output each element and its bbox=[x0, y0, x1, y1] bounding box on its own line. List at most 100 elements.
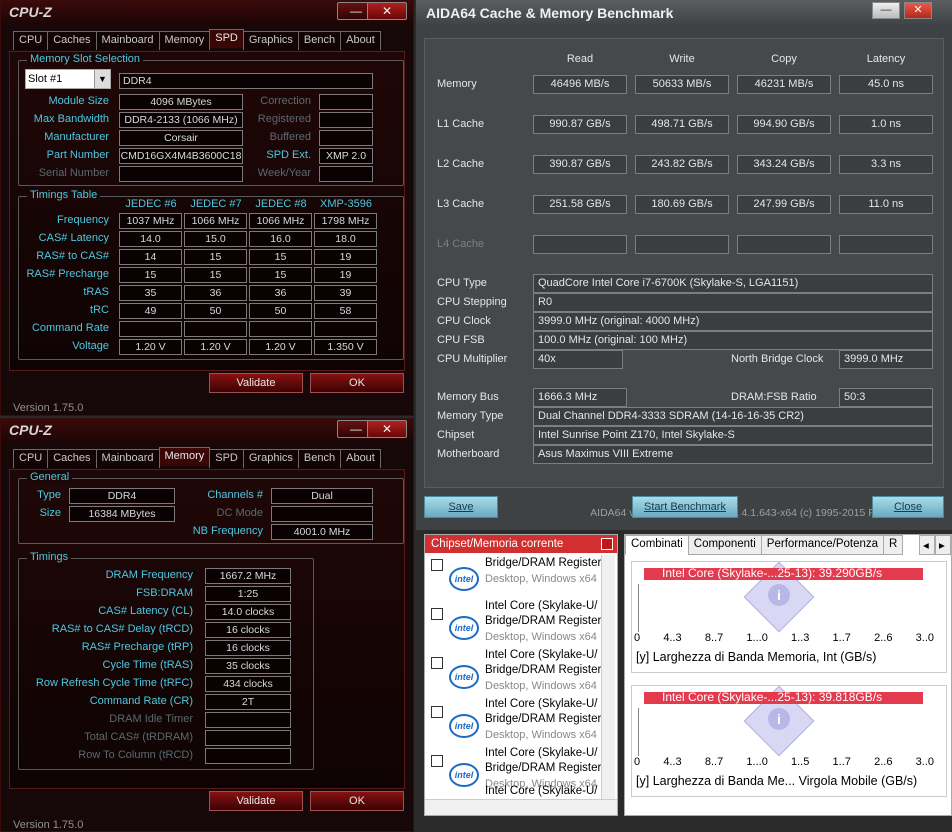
timing-cell: 50 bbox=[249, 303, 312, 319]
tab-spd[interactable]: SPD bbox=[209, 29, 244, 48]
close-button[interactable]: ✕ bbox=[367, 2, 407, 20]
memory-timing-label: Cycle Time (tRAS) bbox=[102, 659, 193, 671]
cpuz-title-bar[interactable]: CPU-Z — ✕ bbox=[1, 419, 413, 443]
list-item[interactable]: intel Bridge/DRAM Register Desktop, Window… bbox=[429, 557, 605, 606]
validate-button[interactable]: Validate bbox=[209, 791, 303, 811]
item-checkbox[interactable] bbox=[431, 608, 443, 620]
bandwidth-chart: i Intel Core (Skylake-...25-13): 39.818GB… bbox=[631, 685, 947, 797]
timing-cell: 36 bbox=[249, 285, 312, 301]
vertical-scrollbar[interactable] bbox=[601, 555, 615, 799]
tab-bench[interactable]: Bench bbox=[297, 449, 342, 468]
spd-row-value: 4096 MBytes bbox=[119, 94, 243, 110]
start-benchmark-button[interactable]: Start Benchmark bbox=[632, 496, 738, 518]
cpu-multiplier-label: CPU Multiplier bbox=[437, 353, 508, 365]
system-info-value: QuadCore Intel Core i7-6700K (Skylake-S,… bbox=[533, 274, 933, 293]
horizontal-scrollbar[interactable] bbox=[425, 799, 617, 815]
item-checkbox[interactable] bbox=[431, 755, 443, 767]
result-cell: 50633 MB/s bbox=[635, 75, 729, 94]
list-item[interactable]: intel Intel Core (Skylake-U/Bridge/DRAM R… bbox=[429, 649, 605, 704]
chevron-down-icon[interactable]: ▼ bbox=[94, 70, 110, 88]
memory-timing-label: DRAM Frequency bbox=[105, 569, 193, 581]
intel-logo-icon: intel bbox=[449, 665, 479, 689]
close-dialog-button[interactable]: Close bbox=[872, 496, 944, 518]
result-row-label: Memory bbox=[437, 78, 477, 90]
tab-memory[interactable]: Memory bbox=[158, 31, 211, 50]
spd-row-right-value bbox=[319, 166, 373, 182]
close-button[interactable]: ✕ bbox=[904, 2, 932, 19]
ok-button[interactable]: OK bbox=[310, 373, 404, 393]
chipset-list-header[interactable]: Chipset/Memoria corrente bbox=[425, 535, 617, 553]
chart-caption-text: Larghezza di Banda Memoria, Int (GB/s) bbox=[652, 650, 877, 664]
item-checkbox[interactable] bbox=[431, 657, 443, 669]
ok-button[interactable]: OK bbox=[310, 791, 404, 811]
memory-bus-field: 1666.3 MHz bbox=[533, 388, 627, 407]
result-cell: 46231 MB/s bbox=[737, 75, 831, 94]
header-square-icon[interactable] bbox=[601, 538, 613, 550]
nb-frequency-label: NB Frequency bbox=[192, 525, 263, 537]
tab-spd[interactable]: SPD bbox=[209, 449, 244, 468]
scroll-right-button[interactable]: ▸ bbox=[935, 535, 951, 555]
result-cell: 343.24 GB/s bbox=[737, 155, 831, 174]
tab-performance-potenza[interactable]: Performance/Potenza bbox=[760, 535, 885, 555]
timing-cell: 1037 MHz bbox=[119, 213, 182, 229]
chart-tick-label: 1...0 bbox=[746, 756, 768, 768]
slot-select[interactable]: Slot #1 ▼ bbox=[25, 69, 111, 89]
memory-info-label: Motherboard bbox=[437, 448, 500, 460]
timings-table-group-label: Timings Table bbox=[27, 189, 101, 201]
tab-bench[interactable]: Bench bbox=[297, 31, 342, 50]
list-item[interactable]: intel Intel Core (Skylake-U/Bridge/DRAM R… bbox=[429, 600, 605, 655]
tab-graphics[interactable]: Graphics bbox=[242, 31, 299, 50]
chart-tick-label: 0 bbox=[634, 756, 641, 768]
timing-cell: 1.350 V bbox=[314, 339, 377, 355]
item-checkbox[interactable] bbox=[431, 559, 443, 571]
memory-info-value: Dual Channel DDR4-3333 SDRAM (14-16-16-3… bbox=[533, 407, 933, 426]
memory-timing-value: 434 clocks bbox=[205, 676, 291, 692]
timing-cell: 1.20 V bbox=[249, 339, 312, 355]
chart-tick-label: 4..3 bbox=[663, 632, 682, 644]
spd-row-right-label: Correction bbox=[260, 95, 311, 107]
spd-row-label: Part Number bbox=[46, 149, 109, 161]
chipset-list-title: Chipset/Memoria corrente bbox=[431, 538, 564, 550]
list-item[interactable]: intel Intel Core (Skylake-U/Bridge/DRAM R… bbox=[429, 698, 605, 753]
spd-row-value: DDR4-2133 (1066 MHz) bbox=[119, 112, 243, 128]
result-cell: 994.90 GB/s bbox=[737, 115, 831, 134]
validate-button[interactable]: Validate bbox=[209, 373, 303, 393]
close-button[interactable]: ✕ bbox=[367, 420, 407, 438]
minimize-button[interactable]: — bbox=[872, 2, 900, 19]
item-checkbox[interactable] bbox=[431, 706, 443, 718]
tab-cpu[interactable]: CPU bbox=[13, 449, 49, 468]
tab-componenti[interactable]: Componenti bbox=[687, 535, 762, 555]
intel-logo-icon: intel bbox=[449, 567, 479, 591]
item-line-2: Bridge/DRAM Register bbox=[485, 615, 602, 627]
save-button[interactable]: Save bbox=[424, 496, 498, 518]
result-cell bbox=[533, 235, 627, 254]
spd-row-label: Max Bandwidth bbox=[33, 113, 109, 125]
aida64-title: AIDA64 Cache & Memory Benchmark bbox=[426, 5, 674, 21]
timing-row-label: tRAS bbox=[83, 286, 109, 298]
tab-mainboard[interactable]: Mainboard bbox=[95, 449, 160, 468]
item-line-3: Desktop, Windows x64 bbox=[485, 631, 597, 643]
list-item-partial[interactable]: Intel Core (Skylake-U/ bbox=[429, 785, 605, 799]
tab-r[interactable]: R bbox=[883, 535, 904, 555]
memory-timing-value: 14.0 clocks bbox=[205, 604, 291, 620]
dcmode-field bbox=[271, 506, 373, 522]
system-info-value: 3999.0 MHz (original: 4000 MHz) bbox=[533, 312, 933, 331]
scroll-left-button[interactable]: ◂ bbox=[919, 535, 935, 555]
aida64-title-bar[interactable]: AIDA64 Cache & Memory Benchmark — ✕ bbox=[416, 0, 952, 26]
tab-about[interactable]: About bbox=[340, 31, 381, 50]
cpuz-title-bar[interactable]: CPU-Z — ✕ bbox=[1, 1, 413, 25]
tab-mainboard[interactable]: Mainboard bbox=[95, 31, 160, 50]
tab-combinati[interactable]: Combinati bbox=[625, 535, 689, 555]
result-row-label: L3 Cache bbox=[437, 198, 485, 210]
cpuz-memory-window: CPU-Z — ✕ CPU Caches Mainboard Memory SPD Gra… bbox=[0, 418, 414, 832]
tab-cpu[interactable]: CPU bbox=[13, 31, 49, 50]
tab-memory[interactable]: Memory bbox=[158, 447, 211, 466]
memory-timing-value: 2T bbox=[205, 694, 291, 710]
tab-caches[interactable]: Caches bbox=[47, 31, 97, 50]
info-icon: i bbox=[768, 584, 790, 606]
tab-caches[interactable]: Caches bbox=[47, 449, 97, 468]
timing-column-header: JEDEC #7 bbox=[190, 198, 242, 210]
tab-about[interactable]: About bbox=[340, 449, 381, 468]
tab-graphics[interactable]: Graphics bbox=[242, 449, 299, 468]
timing-row-label: Command Rate bbox=[31, 322, 109, 334]
